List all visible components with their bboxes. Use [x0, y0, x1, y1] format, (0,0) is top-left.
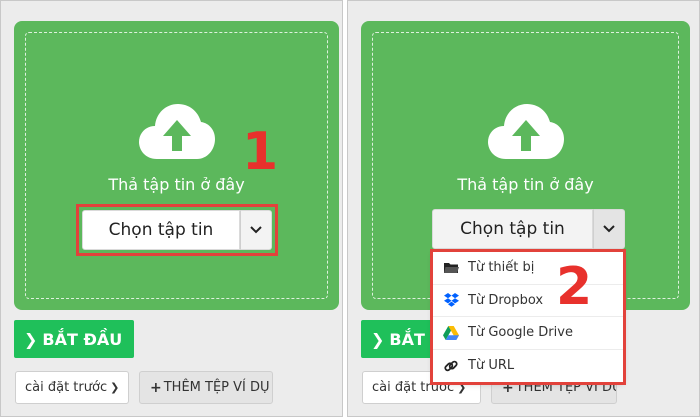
drop-hint-text: Thả tập tin ở đây: [108, 175, 245, 194]
preset-dropdown[interactable]: cài đặt trước ❯: [15, 371, 129, 404]
start-button-label: BẮT ĐẦU: [42, 329, 123, 349]
menu-item-label: Từ Google Drive: [468, 325, 573, 341]
preset-label: cài đặt trước: [25, 380, 108, 395]
dropbox-icon: [443, 292, 459, 308]
start-button-label: BẮT ĐẦU: [389, 329, 433, 349]
cloud-upload-icon: [138, 104, 215, 159]
add-sample-label: THÊM TỆP VÍ DỤ: [515, 380, 617, 395]
start-button[interactable]: ❯ BẮT ĐẦU: [14, 320, 134, 358]
menu-item-label: Từ Dropbox: [468, 292, 544, 308]
step-number-1: 1: [242, 122, 279, 182]
chevron-down-icon: ❯: [110, 381, 120, 394]
preset-label: cài đặt trước: [372, 380, 455, 395]
link-icon: [443, 358, 459, 374]
chevron-down-icon: ❯: [457, 381, 467, 394]
menu-item-from-url[interactable]: Từ URL: [433, 350, 623, 383]
plus-icon: +: [150, 379, 162, 396]
dropzone-border: [25, 32, 328, 299]
add-sample-file-button[interactable]: + THÊM TỆP VÍ DỤ: [139, 371, 273, 404]
choose-file-button[interactable]: Chọn tập tin: [82, 210, 240, 250]
panel-step-2: Thả tập tin ở đây Chọn tập tin ❯ BẮT ĐẦU…: [347, 0, 700, 417]
menu-item-from-dropbox[interactable]: Từ Dropbox: [433, 285, 623, 317]
choose-file-button[interactable]: Chọn tập tin: [432, 209, 593, 249]
menu-item-from-google-drive[interactable]: Từ Google Drive: [433, 317, 623, 350]
chevron-right-icon: ❯: [24, 329, 38, 349]
menu-item-label: Từ URL: [468, 358, 515, 374]
drop-hint-text: Thả tập tin ở đây: [457, 175, 594, 194]
start-button[interactable]: ❯ BẮT ĐẦU: [361, 320, 433, 358]
choose-file-group: Chọn tập tin: [432, 209, 625, 249]
chevron-right-icon: ❯: [371, 329, 385, 349]
chevron-down-icon: [603, 225, 615, 233]
add-sample-label: THÊM TỆP VÍ DỤ: [163, 380, 270, 395]
menu-item-label: Từ thiết bị: [468, 260, 535, 276]
step-number-2: 2: [556, 257, 593, 317]
folder-icon: [443, 260, 459, 276]
chevron-down-icon: [250, 226, 262, 234]
panel-step-1: Thả tập tin ở đây Chọn tập tin 1 ❯ BẮT Đ…: [0, 0, 343, 417]
choose-file-dropdown-toggle[interactable]: [240, 210, 272, 250]
google-drive-icon: [443, 325, 459, 341]
file-dropzone[interactable]: Thả tập tin ở đây: [14, 21, 339, 310]
menu-item-from-device[interactable]: Từ thiết bị: [433, 252, 623, 285]
choose-file-dropdown-toggle[interactable]: [593, 209, 625, 249]
choose-file-group: Chọn tập tin: [82, 210, 272, 250]
file-source-menu: Từ thiết bị Từ Dropbox Từ Google Drive T…: [433, 252, 623, 382]
cloud-upload-icon: [487, 104, 564, 159]
